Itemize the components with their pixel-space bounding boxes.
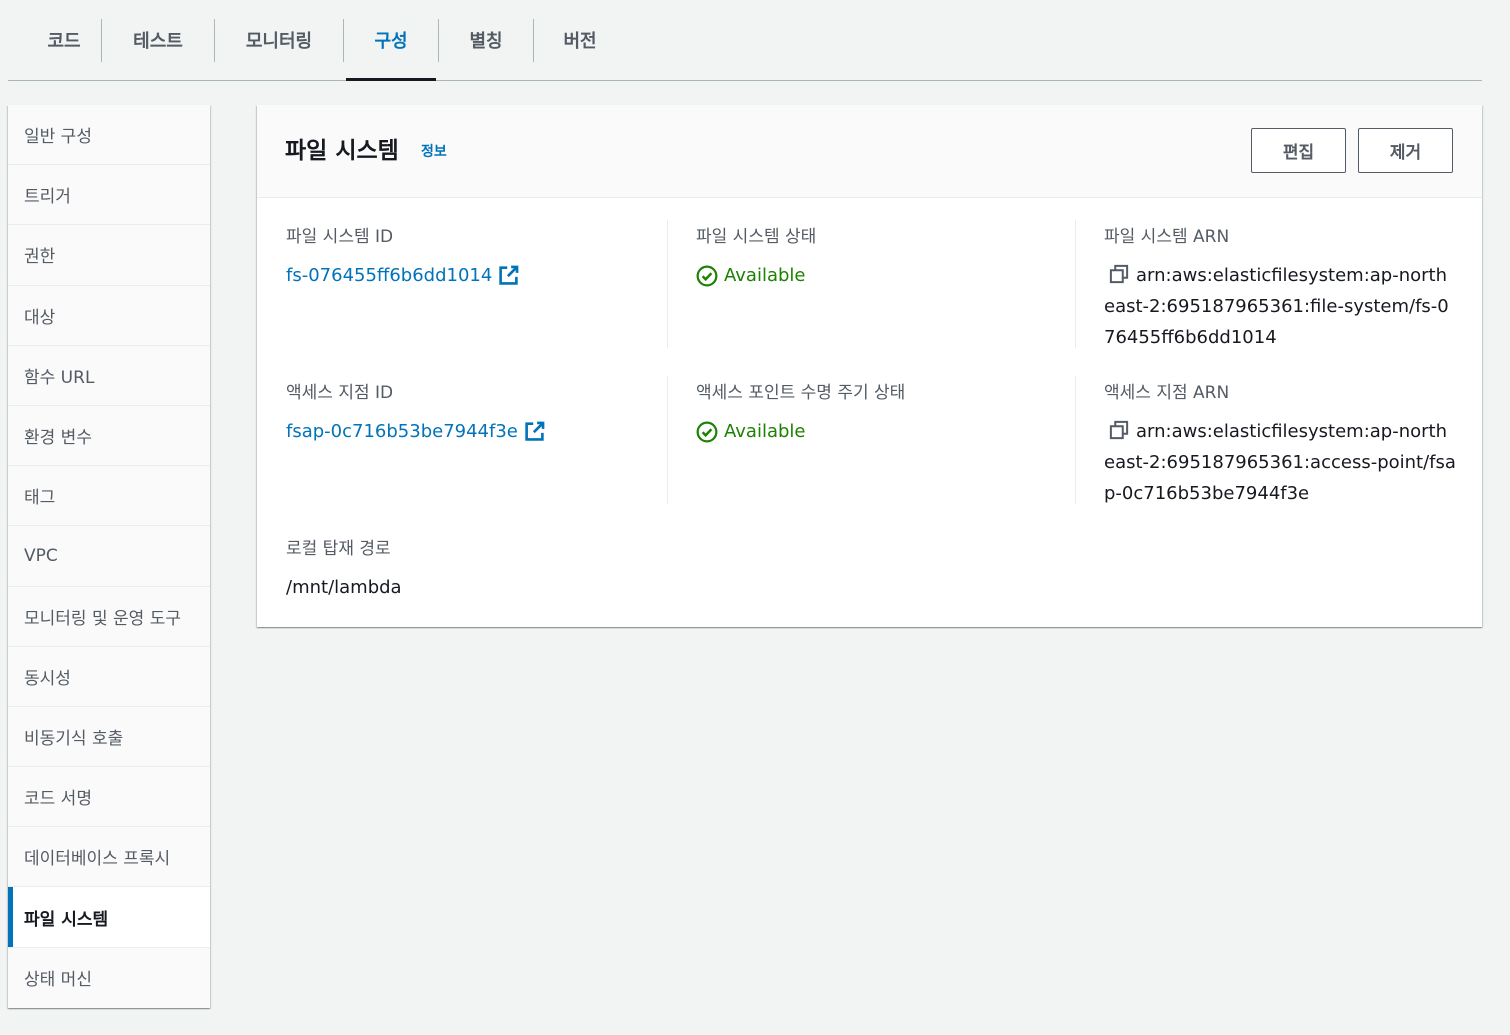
column-divider — [667, 220, 668, 348]
access-point-id-link[interactable]: fsap-0c716b53be7944f3e — [286, 416, 545, 447]
tab-aliases[interactable]: 별칭 — [439, 0, 533, 80]
tab-configuration[interactable]: 구성 — [346, 0, 436, 81]
file-system-id-field: 파일 시스템 ID fs-076455ff6b6dd1014 — [286, 222, 519, 291]
tab-versions[interactable]: 버전 — [534, 0, 626, 80]
file-system-id-link[interactable]: fs-076455ff6b6dd1014 — [286, 260, 519, 291]
field-label: 액세스 지점 ARN — [1104, 383, 1230, 403]
sidebar-item-code-signing[interactable]: 코드 서명 — [8, 767, 210, 828]
tab-bar: 코드 테스트 모니터링 구성 별칭 버전 — [8, 0, 1482, 81]
sidebar-item-database-proxies[interactable]: 데이터베이스 프록시 — [8, 827, 210, 888]
access-point-lifecycle-field: 액세스 포인트 수명 주기 상태 Available — [696, 378, 905, 453]
file-system-panel: 파일 시스템 정보 편집 제거 파일 시스템 ID fs-076455ff6b6… — [257, 105, 1482, 627]
sidebar-item-destinations[interactable]: 대상 — [8, 285, 210, 346]
column-divider — [1075, 220, 1076, 348]
local-mount-path-field: 로컬 탑재 경로 /mnt/lambda — [286, 534, 402, 603]
sidebar-item-environment-variables[interactable]: 환경 변수 — [8, 405, 210, 467]
file-system-id-value: fs-076455ff6b6dd1014 — [286, 265, 493, 286]
local-mount-path-value: /mnt/lambda — [286, 577, 402, 598]
sidebar-item-async-invocation[interactable]: 비동기식 호출 — [8, 706, 210, 768]
sidebar-item-function-url[interactable]: 함수 URL — [8, 345, 210, 406]
column-divider — [667, 376, 668, 504]
tab-monitoring[interactable]: 모니터링 — [215, 0, 343, 80]
access-point-arn-field: 액세스 지점 ARN arn:aws:elasticfilesystem:ap-… — [1104, 378, 1456, 509]
check-circle-icon — [696, 421, 718, 442]
file-system-arn-value: arn:aws:elasticfilesystem:ap-northeast-2… — [1104, 265, 1449, 348]
field-label: 액세스 포인트 수명 주기 상태 — [696, 383, 906, 403]
access-point-id-field: 액세스 지점 ID fsap-0c716b53be7944f3e — [286, 378, 545, 447]
file-system-state-field: 파일 시스템 상태 Available — [696, 222, 816, 297]
sidebar-item-vpc[interactable]: VPC — [8, 526, 210, 587]
file-system-state-value: Available — [724, 265, 806, 286]
sidebar-item-monitoring-tools[interactable]: 모니터링 및 운영 도구 — [8, 586, 210, 647]
tab-test[interactable]: 테스트 — [102, 0, 214, 80]
file-system-arn-field: 파일 시스템 ARN arn:aws:elasticfilesystem:ap-… — [1104, 222, 1456, 353]
copy-icon[interactable] — [1108, 420, 1130, 440]
sidebar-item-general-configuration[interactable]: 일반 구성 — [8, 105, 210, 166]
tab-code[interactable]: 코드 — [18, 0, 110, 80]
access-point-arn-value: arn:aws:elasticfilesystem:ap-northeast-2… — [1104, 421, 1456, 504]
external-link-icon — [525, 421, 545, 441]
field-label: 파일 시스템 ID — [286, 227, 394, 247]
info-link[interactable]: 정보 — [421, 141, 447, 161]
sidebar-item-permissions[interactable]: 권한 — [8, 225, 210, 286]
tab-divider — [343, 19, 344, 62]
status-indicator: Available — [696, 260, 805, 291]
sidebar-item-concurrency[interactable]: 동시성 — [8, 646, 210, 707]
column-divider — [1075, 376, 1076, 504]
field-label: 로컬 탑재 경로 — [286, 539, 391, 559]
sidebar-item-state-machines[interactable]: 상태 머신 — [8, 947, 210, 1008]
field-label: 액세스 지점 ID — [286, 383, 394, 403]
field-label: 파일 시스템 ARN — [1104, 227, 1230, 247]
sidebar-item-triggers[interactable]: 트리거 — [8, 165, 210, 226]
field-label: 파일 시스템 상태 — [696, 227, 817, 247]
access-point-id-value: fsap-0c716b53be7944f3e — [286, 421, 518, 442]
copy-icon[interactable] — [1108, 264, 1130, 284]
edit-button[interactable]: 편집 — [1251, 128, 1346, 173]
configuration-sidebar: 일반 구성 트리거 권한 대상 함수 URL 환경 변수 태그 VPC 모니터링… — [8, 105, 210, 1008]
sidebar-item-tags[interactable]: 태그 — [8, 466, 210, 527]
panel-title: 파일 시스템 — [285, 138, 399, 164]
remove-button[interactable]: 제거 — [1358, 128, 1453, 173]
check-circle-icon — [696, 265, 718, 286]
external-link-icon — [499, 265, 519, 285]
panel-header: 파일 시스템 정보 편집 제거 — [257, 105, 1482, 198]
status-indicator: Available — [696, 416, 805, 447]
access-point-lifecycle-value: Available — [724, 421, 806, 442]
sidebar-item-file-systems[interactable]: 파일 시스템 — [8, 887, 210, 948]
